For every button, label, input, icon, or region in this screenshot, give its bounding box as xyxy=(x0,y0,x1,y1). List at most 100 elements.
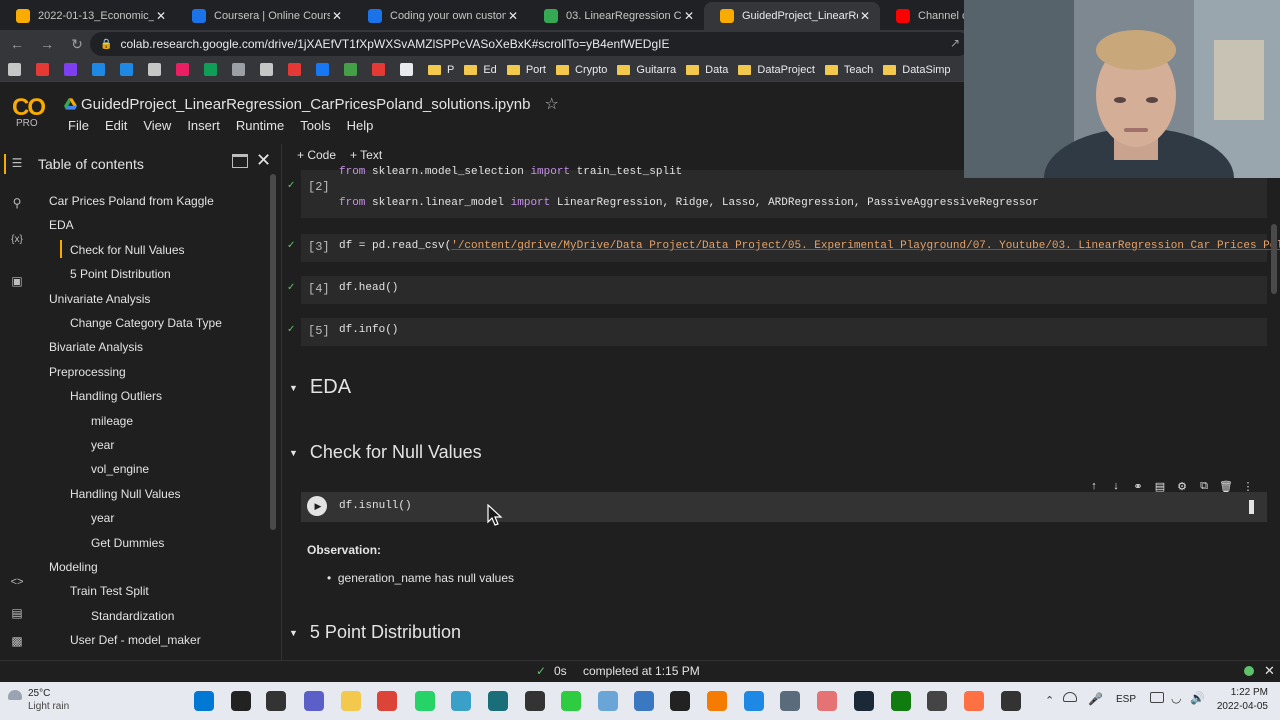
app-icon[interactable] xyxy=(1001,691,1021,711)
open-in-tab-icon[interactable] xyxy=(232,154,248,168)
code-cell[interactable]: ✓ [5] df.info() xyxy=(287,318,1267,346)
volume-icon[interactable]: 🔊 xyxy=(1190,691,1205,705)
bookmark-item[interactable] xyxy=(36,63,54,76)
clock-date[interactable]: 2022-04-05 xyxy=(1214,701,1268,712)
toc-item[interactable]: User Def - model_maker xyxy=(70,633,201,647)
toc-item[interactable]: Bivariate Analysis xyxy=(49,340,143,354)
notebook-title[interactable]: GuidedProject_LinearRegression_CarPrices… xyxy=(81,96,530,113)
xbox-icon[interactable] xyxy=(891,691,911,711)
toc-item[interactable]: Car Prices Poland from Kaggle xyxy=(49,194,214,208)
address-bar[interactable]: 🔒 colab.research.google.com/drive/1jXAEf… xyxy=(90,32,970,56)
code-line[interactable]: df.isnull() xyxy=(339,500,412,512)
close-status-icon[interactable]: ✕ xyxy=(1264,663,1275,679)
forward-icon[interactable]: → xyxy=(34,36,60,52)
close-tab-icon[interactable]: ✕ xyxy=(506,9,520,23)
app-icon[interactable] xyxy=(451,691,471,711)
bookmark-item[interactable] xyxy=(232,63,250,76)
section-heading-eda[interactable]: ▼ EDA xyxy=(289,376,351,399)
windows-start-icon[interactable] xyxy=(194,691,214,711)
bookmark-item[interactable]: Ed xyxy=(464,64,497,76)
terminal-icon[interactable] xyxy=(488,691,508,711)
section-heading-5-point[interactable]: ▼ 5 Point Distribution xyxy=(289,622,461,643)
browser-tab[interactable]: Coursera | Online Courses &✕ xyxy=(176,2,352,30)
vscode-icon[interactable] xyxy=(744,691,764,711)
app-icon[interactable] xyxy=(634,691,654,711)
close-icon[interactable]: ✕ xyxy=(256,150,271,171)
close-tab-icon[interactable]: ✕ xyxy=(858,9,872,23)
bookmark-item[interactable] xyxy=(148,63,166,76)
toc-item[interactable]: Change Category Data Type xyxy=(70,316,222,330)
bookmark-item[interactable]: Crypto xyxy=(556,64,607,76)
toc-item[interactable]: 5 Point Distribution xyxy=(70,267,171,281)
teams-icon[interactable] xyxy=(304,691,324,711)
toc-item[interactable]: Modeling xyxy=(49,560,98,574)
toc-item[interactable]: vol_engine xyxy=(91,462,149,476)
search-icon[interactable]: ⚲ xyxy=(9,196,25,212)
browser-tab[interactable]: 03. LinearRegression Car Pr✕ xyxy=(528,2,704,30)
close-tab-icon[interactable]: ✕ xyxy=(682,9,696,23)
bookmark-item[interactable] xyxy=(316,63,334,76)
bookmark-item[interactable] xyxy=(288,63,306,76)
code-cell-active[interactable]: ▶ df.isnull() xyxy=(301,492,1267,522)
star-icon[interactable]: ☆ xyxy=(544,94,558,114)
cell-scrollbar[interactable] xyxy=(1249,500,1254,514)
app-icon[interactable] xyxy=(598,691,618,711)
code-snippets-icon[interactable]: <> xyxy=(9,576,25,592)
toc-scrollbar[interactable] xyxy=(270,174,276,530)
menu-item-insert[interactable]: Insert xyxy=(187,118,220,133)
obs-icon[interactable] xyxy=(525,691,545,711)
bookmark-item[interactable] xyxy=(64,63,82,76)
menu-item-view[interactable]: View xyxy=(143,118,171,133)
collapse-icon[interactable]: ▼ xyxy=(289,628,298,638)
bookmark-item[interactable] xyxy=(204,63,222,76)
menu-item-tools[interactable]: Tools xyxy=(300,118,330,133)
bookmark-item[interactable]: Data xyxy=(686,64,728,76)
back-icon[interactable]: ← xyxy=(4,36,30,52)
browser-tab[interactable]: 2022-01-13_Economic_Ana✕ xyxy=(0,2,176,30)
bookmark-item[interactable]: Teach xyxy=(824,64,873,76)
bookmark-item[interactable]: P xyxy=(428,64,454,76)
toc-item[interactable]: Standardization xyxy=(91,609,174,623)
add-text-button[interactable]: + Text xyxy=(350,148,382,162)
bookmark-item[interactable] xyxy=(176,63,194,76)
tray-chevron-icon[interactable]: ⌃ xyxy=(1045,694,1054,707)
toc-item[interactable]: Get Dummies xyxy=(91,536,164,550)
clock-time[interactable]: 1:22 PM xyxy=(1218,687,1268,698)
bookmark-item[interactable] xyxy=(344,63,362,76)
display-icon[interactable] xyxy=(1150,692,1164,703)
collapse-icon[interactable]: ▼ xyxy=(289,448,298,458)
steam-icon[interactable] xyxy=(854,691,874,711)
code-cell[interactable]: ✓ [4] df.head() xyxy=(287,276,1267,304)
toc-item[interactable]: year xyxy=(91,438,114,452)
app-icon[interactable] xyxy=(927,691,947,711)
toc-item[interactable]: Univariate Analysis xyxy=(49,292,150,306)
run-cell-button[interactable]: ▶ xyxy=(307,496,327,516)
terminal-icon[interactable]: ▩ xyxy=(9,634,25,650)
code-cell[interactable]: ✓ [3] df = pd.read_csv('/content/gdrive/… xyxy=(287,234,1280,262)
chrome-icon[interactable] xyxy=(377,691,397,711)
menu-item-help[interactable]: Help xyxy=(347,118,374,133)
bookmark-item[interactable] xyxy=(372,63,390,76)
browser-tab[interactable]: Coding your own custom D✕ xyxy=(352,2,528,30)
microphone-icon[interactable]: 🎤 xyxy=(1088,692,1103,706)
menu-item-edit[interactable]: Edit xyxy=(105,118,127,133)
toc-item[interactable]: mileage xyxy=(91,414,133,428)
toc-item[interactable]: Train Test Split xyxy=(70,584,149,598)
bookmark-item[interactable] xyxy=(92,63,110,76)
bookmark-item[interactable]: DataProject xyxy=(738,64,815,76)
bookmark-item[interactable]: DataSimp xyxy=(883,64,951,76)
notebook-scrollbar[interactable] xyxy=(1271,224,1277,294)
browser-tab[interactable]: GuidedProject_LinearRegre✕ xyxy=(704,2,880,30)
menu-item-file[interactable]: File xyxy=(68,118,89,133)
weather-temp[interactable]: 25°C xyxy=(28,688,50,699)
menu-item-runtime[interactable]: Runtime xyxy=(236,118,284,133)
section-heading-null-values[interactable]: ▼ Check for Null Values xyxy=(289,442,482,463)
toc-item[interactable]: EDA xyxy=(49,218,74,232)
wifi-icon[interactable]: ◡ xyxy=(1171,691,1181,705)
files-icon[interactable]: ▣ xyxy=(9,274,25,290)
app-icon[interactable] xyxy=(964,691,984,711)
bookmark-item[interactable]: Port xyxy=(506,64,546,76)
toc-item[interactable]: Handling Null Values xyxy=(70,487,181,501)
search-icon[interactable] xyxy=(231,691,251,711)
close-tab-icon[interactable]: ✕ xyxy=(330,9,344,23)
